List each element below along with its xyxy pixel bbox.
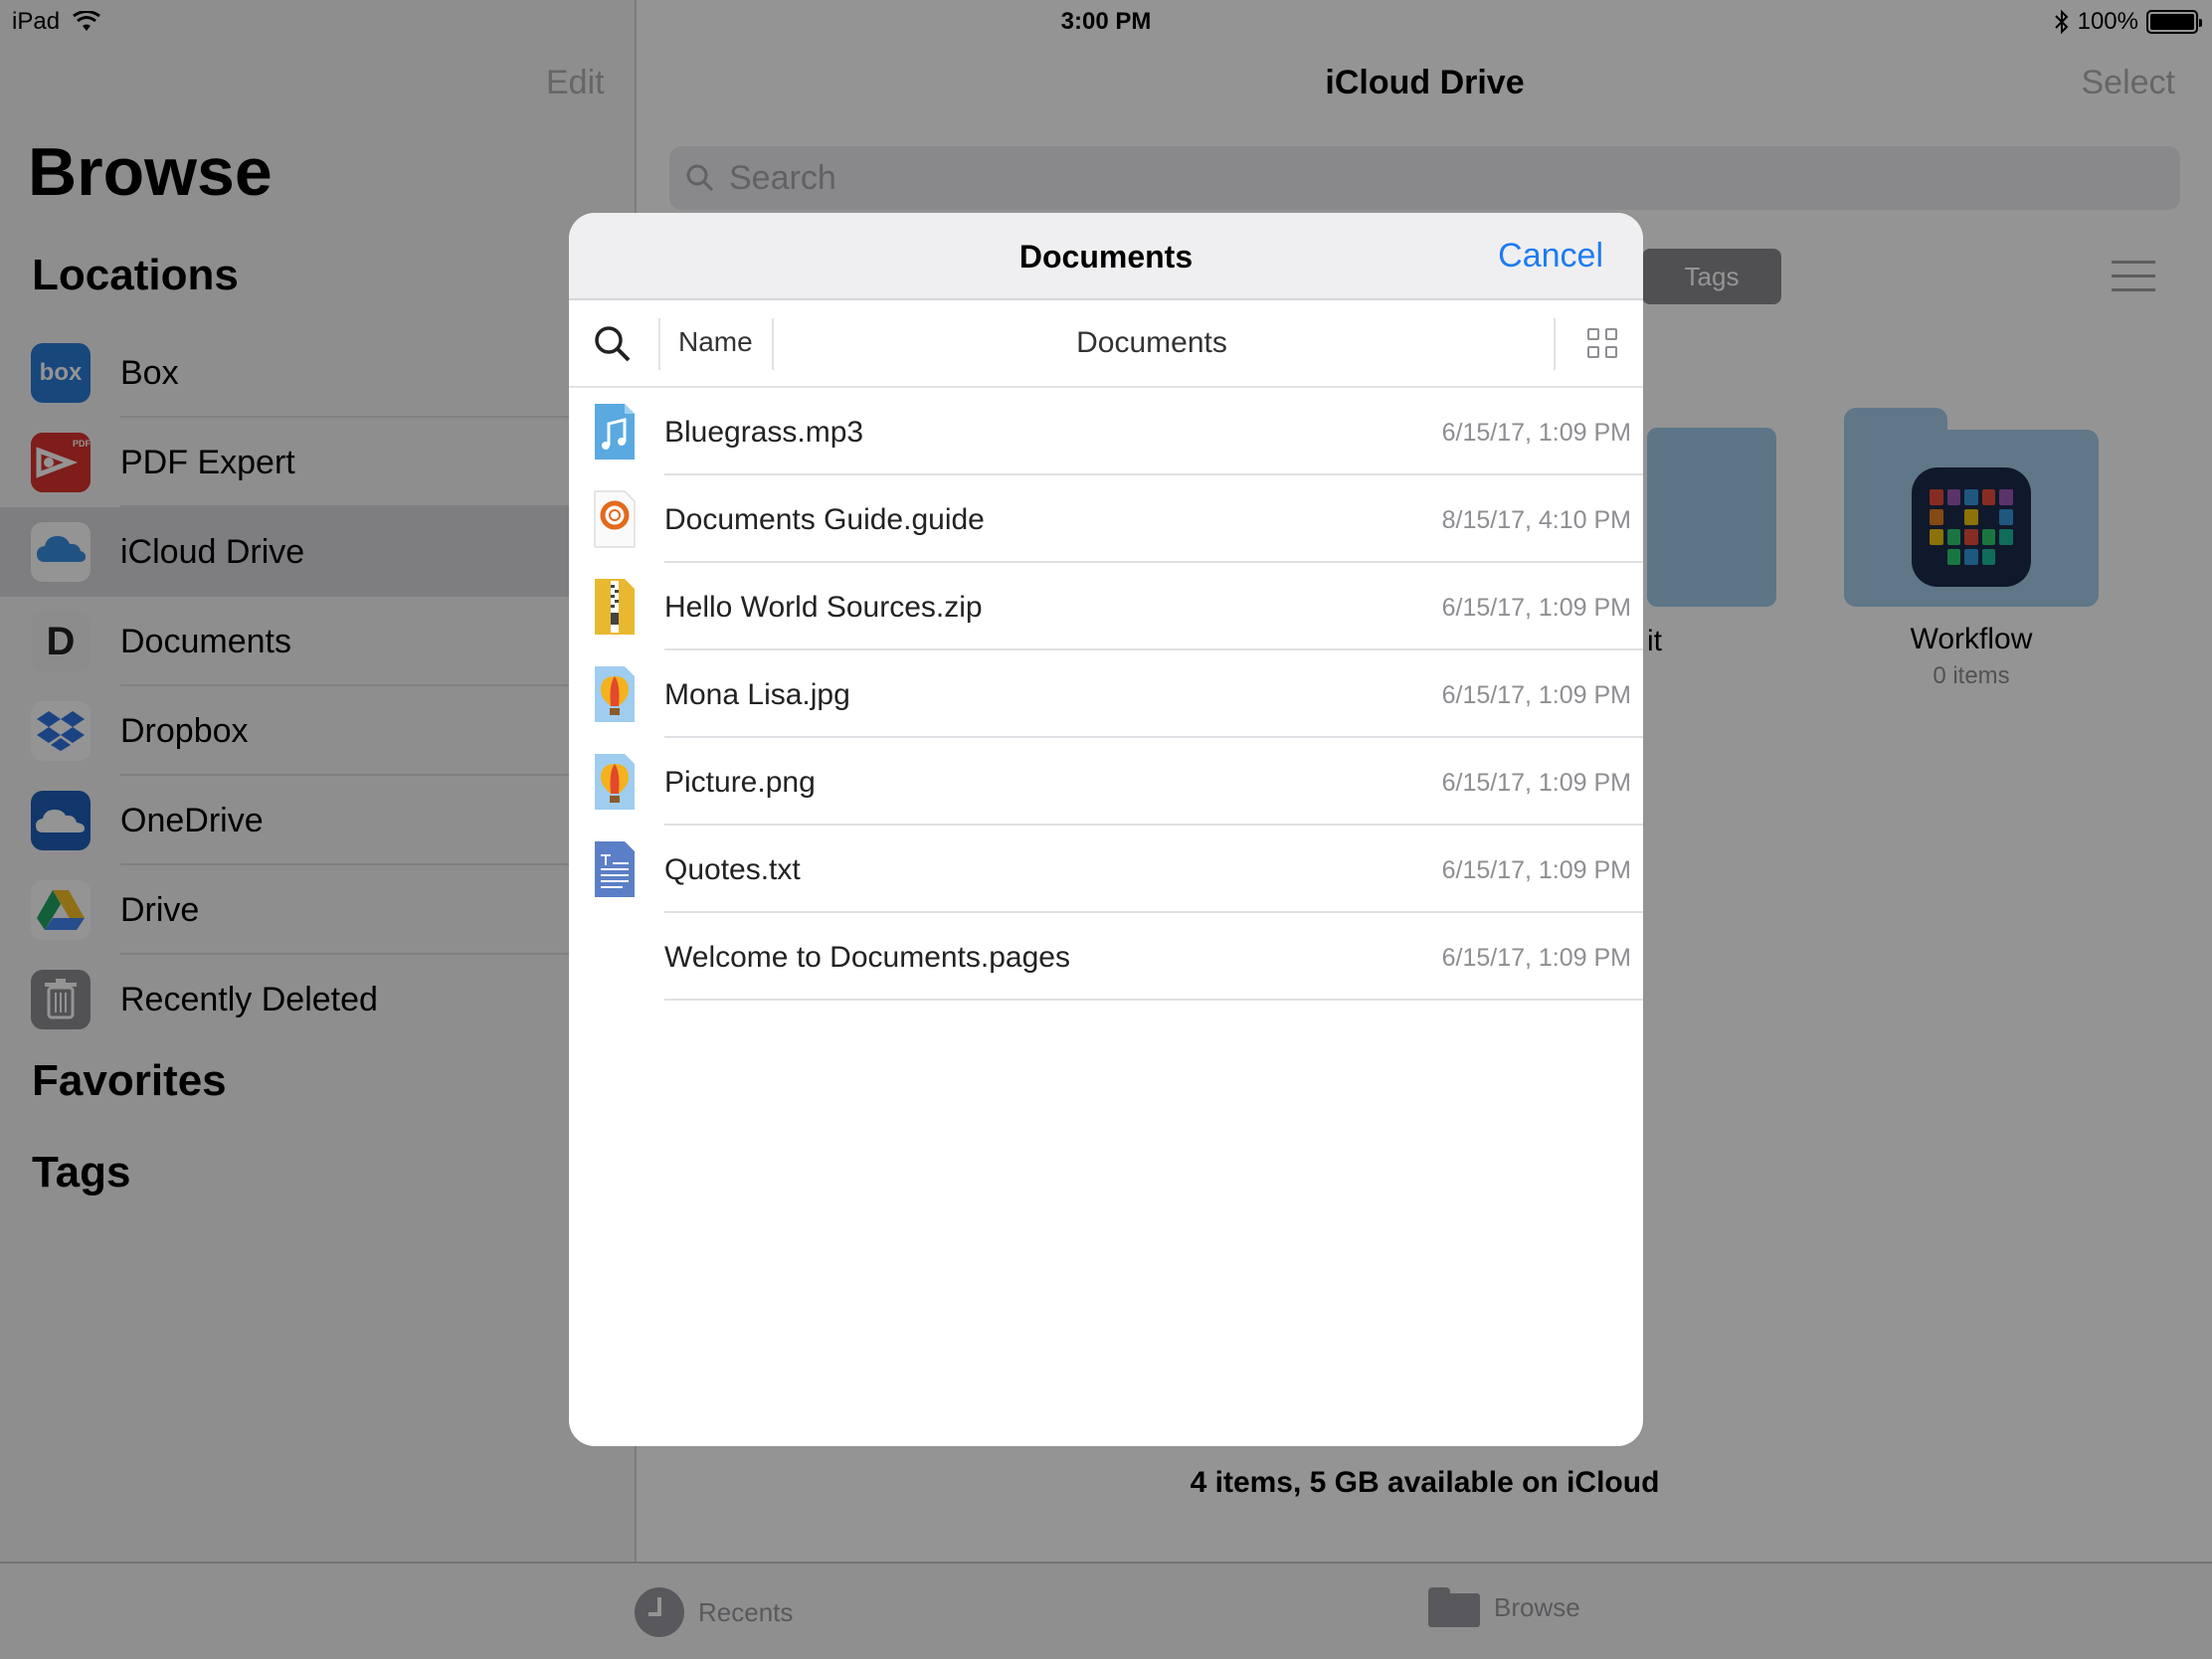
file-date: 6/15/17, 1:09 PM	[1441, 856, 1631, 884]
file-row[interactable]: Mona Lisa.jpg 6/15/17, 1:09 PM	[569, 650, 1643, 738]
file-list: Bluegrass.mp3 6/15/17, 1:09 PM Documents…	[569, 388, 1643, 1001]
file-name: Bluegrass.mp3	[664, 416, 864, 449]
file-row[interactable]: Welcome to Documents.pages 6/15/17, 1:09…	[569, 913, 1643, 1001]
image-file-icon	[595, 666, 635, 722]
grid-view-icon[interactable]	[1587, 328, 1617, 358]
image-file-icon	[595, 754, 635, 810]
modal-header: Documents Cancel	[569, 213, 1643, 300]
battery-icon	[2146, 10, 2202, 34]
file-name: Hello World Sources.zip	[664, 591, 983, 624]
file-date: 6/15/17, 1:09 PM	[1441, 681, 1631, 709]
search-icon[interactable]	[593, 324, 633, 364]
file-row[interactable]: Picture.png 6/15/17, 1:09 PM	[569, 738, 1643, 826]
status-bar: iPad 3:00 PM 100%	[0, 0, 2212, 40]
file-date: 6/15/17, 1:09 PM	[1441, 594, 1631, 622]
zip-file-icon	[595, 579, 635, 635]
battery-percent: 100%	[2077, 8, 2138, 35]
file-row[interactable]: Documents Guide.guide 8/15/17, 4:10 PM	[569, 475, 1643, 563]
bluetooth-icon	[2054, 9, 2069, 35]
file-date: 6/15/17, 1:09 PM	[1441, 769, 1631, 797]
file-name: Documents Guide.guide	[664, 503, 985, 536]
file-name: Welcome to Documents.pages	[664, 941, 1070, 974]
file-name: Picture.png	[664, 766, 816, 799]
file-name: Quotes.txt	[664, 853, 801, 886]
text-file-icon	[595, 841, 635, 897]
file-row[interactable]: Bluegrass.mp3 6/15/17, 1:09 PM	[569, 388, 1643, 475]
modal-title: Documents	[1018, 239, 1194, 275]
file-row[interactable]: Hello World Sources.zip 6/15/17, 1:09 PM	[569, 563, 1643, 650]
modal-toolbar: Name Documents	[569, 300, 1643, 388]
file-date: 8/15/17, 4:10 PM	[1441, 506, 1631, 534]
file-name: Mona Lisa.jpg	[664, 678, 850, 711]
file-date: 6/15/17, 1:09 PM	[1441, 944, 1631, 972]
documents-modal: Documents Cancel Name Documents Bluegras…	[569, 213, 1643, 1446]
cancel-button[interactable]: Cancel	[1498, 237, 1603, 276]
sort-by-name-button[interactable]: Name	[678, 326, 753, 358]
guide-file-icon	[594, 490, 636, 548]
file-row[interactable]: Quotes.txt 6/15/17, 1:09 PM	[569, 826, 1643, 913]
current-folder-label: Documents	[1076, 326, 1227, 359]
file-date: 6/15/17, 1:09 PM	[1441, 419, 1631, 447]
status-time: 3:00 PM	[1060, 8, 1152, 35]
audio-file-icon	[595, 404, 635, 460]
